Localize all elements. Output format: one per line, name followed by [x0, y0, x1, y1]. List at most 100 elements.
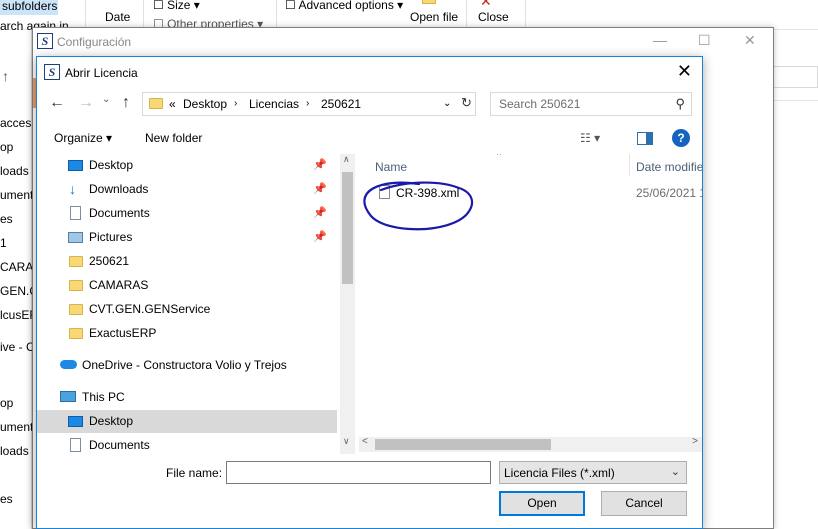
pin-icon[interactable]: 📌 — [313, 182, 327, 195]
date-button[interactable]: Date — [105, 10, 130, 24]
search-box-background[interactable] — [773, 66, 818, 88]
back-arrow-icon[interactable]: ← — [49, 94, 65, 112]
explorer-content-background — [773, 30, 818, 529]
open-file-dialog: S Abrir Licencia ✕ ← → ⌄ ↑ « Desktop › L… — [36, 56, 703, 529]
recent-locations-icon[interactable]: ⌄ — [102, 94, 110, 105]
breadcrumb-250621[interactable]: 250621 — [321, 97, 361, 111]
maximize-icon[interactable]: ☐ — [698, 32, 711, 49]
folder-icon — [69, 304, 83, 315]
search-subfolders-button[interactable]: subfolders — [0, 0, 58, 15]
scroll-up-icon[interactable]: ∧ — [343, 154, 350, 165]
scroll-down-icon[interactable]: ∨ — [343, 436, 350, 447]
chevron-right-icon[interactable]: › — [306, 98, 309, 109]
app-icon: S — [44, 64, 60, 80]
search-icon[interactable]: ⚲ — [675, 96, 685, 112]
open-file-location-button[interactable]: Open file — [410, 10, 458, 24]
nav-item-desktop[interactable]: Desktop 📌 — [37, 154, 337, 177]
bg-nav-item[interactable]: ive - C — [0, 340, 35, 354]
forward-arrow-icon[interactable]: → — [78, 94, 94, 112]
bg-nav-item[interactable]: op — [0, 140, 13, 154]
folder-icon — [69, 280, 83, 291]
nav-item-downloads[interactable]: ↓ Downloads 📌 — [37, 178, 337, 201]
explorer-nav-background: ↑ access op loads uments es 1 CARAS GEN.… — [0, 30, 55, 529]
nav-item-label: Documents — [89, 438, 150, 452]
close-icon[interactable]: ✕ — [744, 32, 756, 49]
scroll-right-icon[interactable]: > — [692, 436, 698, 447]
scrollbar-thumb[interactable] — [342, 172, 353, 284]
breadcrumb-licencias[interactable]: Licencias — [249, 97, 299, 111]
navigation-pane: Desktop 📌 ↓ Downloads 📌 Documents 📌 Pict… — [37, 154, 337, 454]
nav-item-label: Desktop — [89, 158, 134, 172]
up-arrow-icon[interactable]: ↑ — [2, 68, 9, 84]
file-name-label: File name: — [166, 466, 223, 480]
nav-item-250621[interactable]: 250621 — [37, 250, 337, 273]
organize-menu[interactable]: Organize ▾ — [54, 131, 112, 145]
nav-item-desktop-pc[interactable]: Desktop — [37, 410, 337, 433]
pin-icon[interactable]: 📌 — [313, 158, 327, 171]
scroll-left-icon[interactable]: < — [362, 436, 368, 447]
size-button[interactable]: ☐ Size ▾ — [153, 0, 200, 12]
nav-item-cvt-gen[interactable]: CVT.GEN.GENService — [37, 298, 337, 321]
close-icon[interactable]: ✕ — [677, 61, 692, 82]
nav-item-camaras[interactable]: CAMARAS — [37, 274, 337, 297]
bg-nav-item[interactable]: op — [0, 396, 13, 410]
onedrive-icon — [60, 360, 77, 369]
bg-nav-item[interactable]: 1 — [0, 236, 7, 250]
search-box[interactable]: Search 250621 ⚲ — [490, 92, 692, 116]
close-x-icon: ✕ — [480, 0, 492, 9]
pin-icon[interactable]: 📌 — [313, 230, 327, 243]
file-type-value: Licencia Files (*.xml) — [504, 466, 615, 480]
bg-nav-item[interactable]: es — [0, 212, 13, 226]
nav-scrollbar[interactable]: ∧ ∨ — [340, 154, 355, 454]
chevron-down-icon: ⌄ — [670, 466, 680, 478]
hand-drawn-circle-annotation — [363, 181, 474, 231]
open-button[interactable]: Open — [499, 491, 585, 516]
preview-pane-icon[interactable] — [637, 132, 653, 145]
advanced-options-button[interactable]: ☐ Advanced options ▾ — [285, 0, 403, 12]
breadcrumb-overflow[interactable]: « — [169, 97, 176, 111]
breadcrumb-desktop[interactable]: Desktop — [183, 97, 227, 111]
bg-nav-item[interactable]: loads — [0, 164, 29, 178]
nav-item-documents[interactable]: Documents 📌 — [37, 202, 337, 225]
nav-item-exactuserp[interactable]: ExactusERP — [37, 322, 337, 345]
refresh-icon[interactable]: ↻ — [461, 95, 472, 111]
this-pc-icon — [60, 391, 76, 402]
nav-item-label: 250621 — [89, 254, 130, 268]
file-list: ^ Name Date modifie CR-398.xml 25/06/202… — [359, 154, 702, 454]
chevron-right-icon[interactable]: › — [234, 98, 237, 109]
column-header-date-modified[interactable]: Date modifie — [636, 160, 702, 174]
file-type-select[interactable]: Licencia Files (*.xml) ⌄ — [499, 461, 687, 484]
search-input[interactable]: Search 250621 — [499, 97, 580, 111]
nav-item-label: Desktop — [89, 414, 134, 428]
nav-item-documents-pc[interactable]: Documents — [37, 434, 337, 454]
nav-item-label: This PC — [82, 390, 125, 404]
file-name-input[interactable] — [226, 461, 491, 484]
file-horizontal-scrollbar[interactable]: < > — [359, 436, 702, 452]
minimize-icon[interactable]: — — [653, 32, 667, 48]
documents-icon — [70, 438, 81, 452]
nav-item-label: CVT.GEN.GENService — [89, 302, 211, 316]
nav-item-pictures[interactable]: Pictures 📌 — [37, 226, 337, 249]
nav-item-this-pc[interactable]: This PC — [37, 386, 337, 409]
bg-nav-item[interactable]: es — [0, 492, 13, 506]
close-search-button[interactable]: Close — [478, 10, 509, 24]
folder-icon — [149, 98, 163, 109]
nav-item-onedrive[interactable]: OneDrive - Constructora Volio y Trejos — [37, 354, 337, 377]
window-title: Configuración — [57, 35, 132, 49]
bg-nav-item[interactable]: loads — [0, 444, 29, 458]
documents-icon — [70, 206, 81, 220]
help-icon[interactable]: ? — [672, 129, 690, 147]
address-bar[interactable]: « Desktop › Licencias › 250621 ⌄ ↻ — [142, 92, 476, 116]
nav-item-label: CAMARAS — [89, 278, 149, 292]
scrollbar-thumb[interactable] — [375, 439, 551, 450]
new-folder-button[interactable]: New folder — [145, 131, 202, 145]
view-options-icon[interactable]: ☷ ▾ — [580, 131, 600, 145]
nav-item-label: Downloads — [89, 182, 149, 196]
file-date: 25/06/2021 1 — [636, 186, 702, 200]
cancel-button[interactable]: Cancel — [601, 491, 687, 516]
pin-icon[interactable]: 📌 — [313, 206, 327, 219]
nav-item-label: Documents — [89, 206, 150, 220]
up-arrow-icon[interactable]: ↑ — [122, 94, 130, 112]
nav-item-label: Pictures — [89, 230, 133, 244]
chevron-down-icon[interactable]: ⌄ — [443, 98, 451, 109]
